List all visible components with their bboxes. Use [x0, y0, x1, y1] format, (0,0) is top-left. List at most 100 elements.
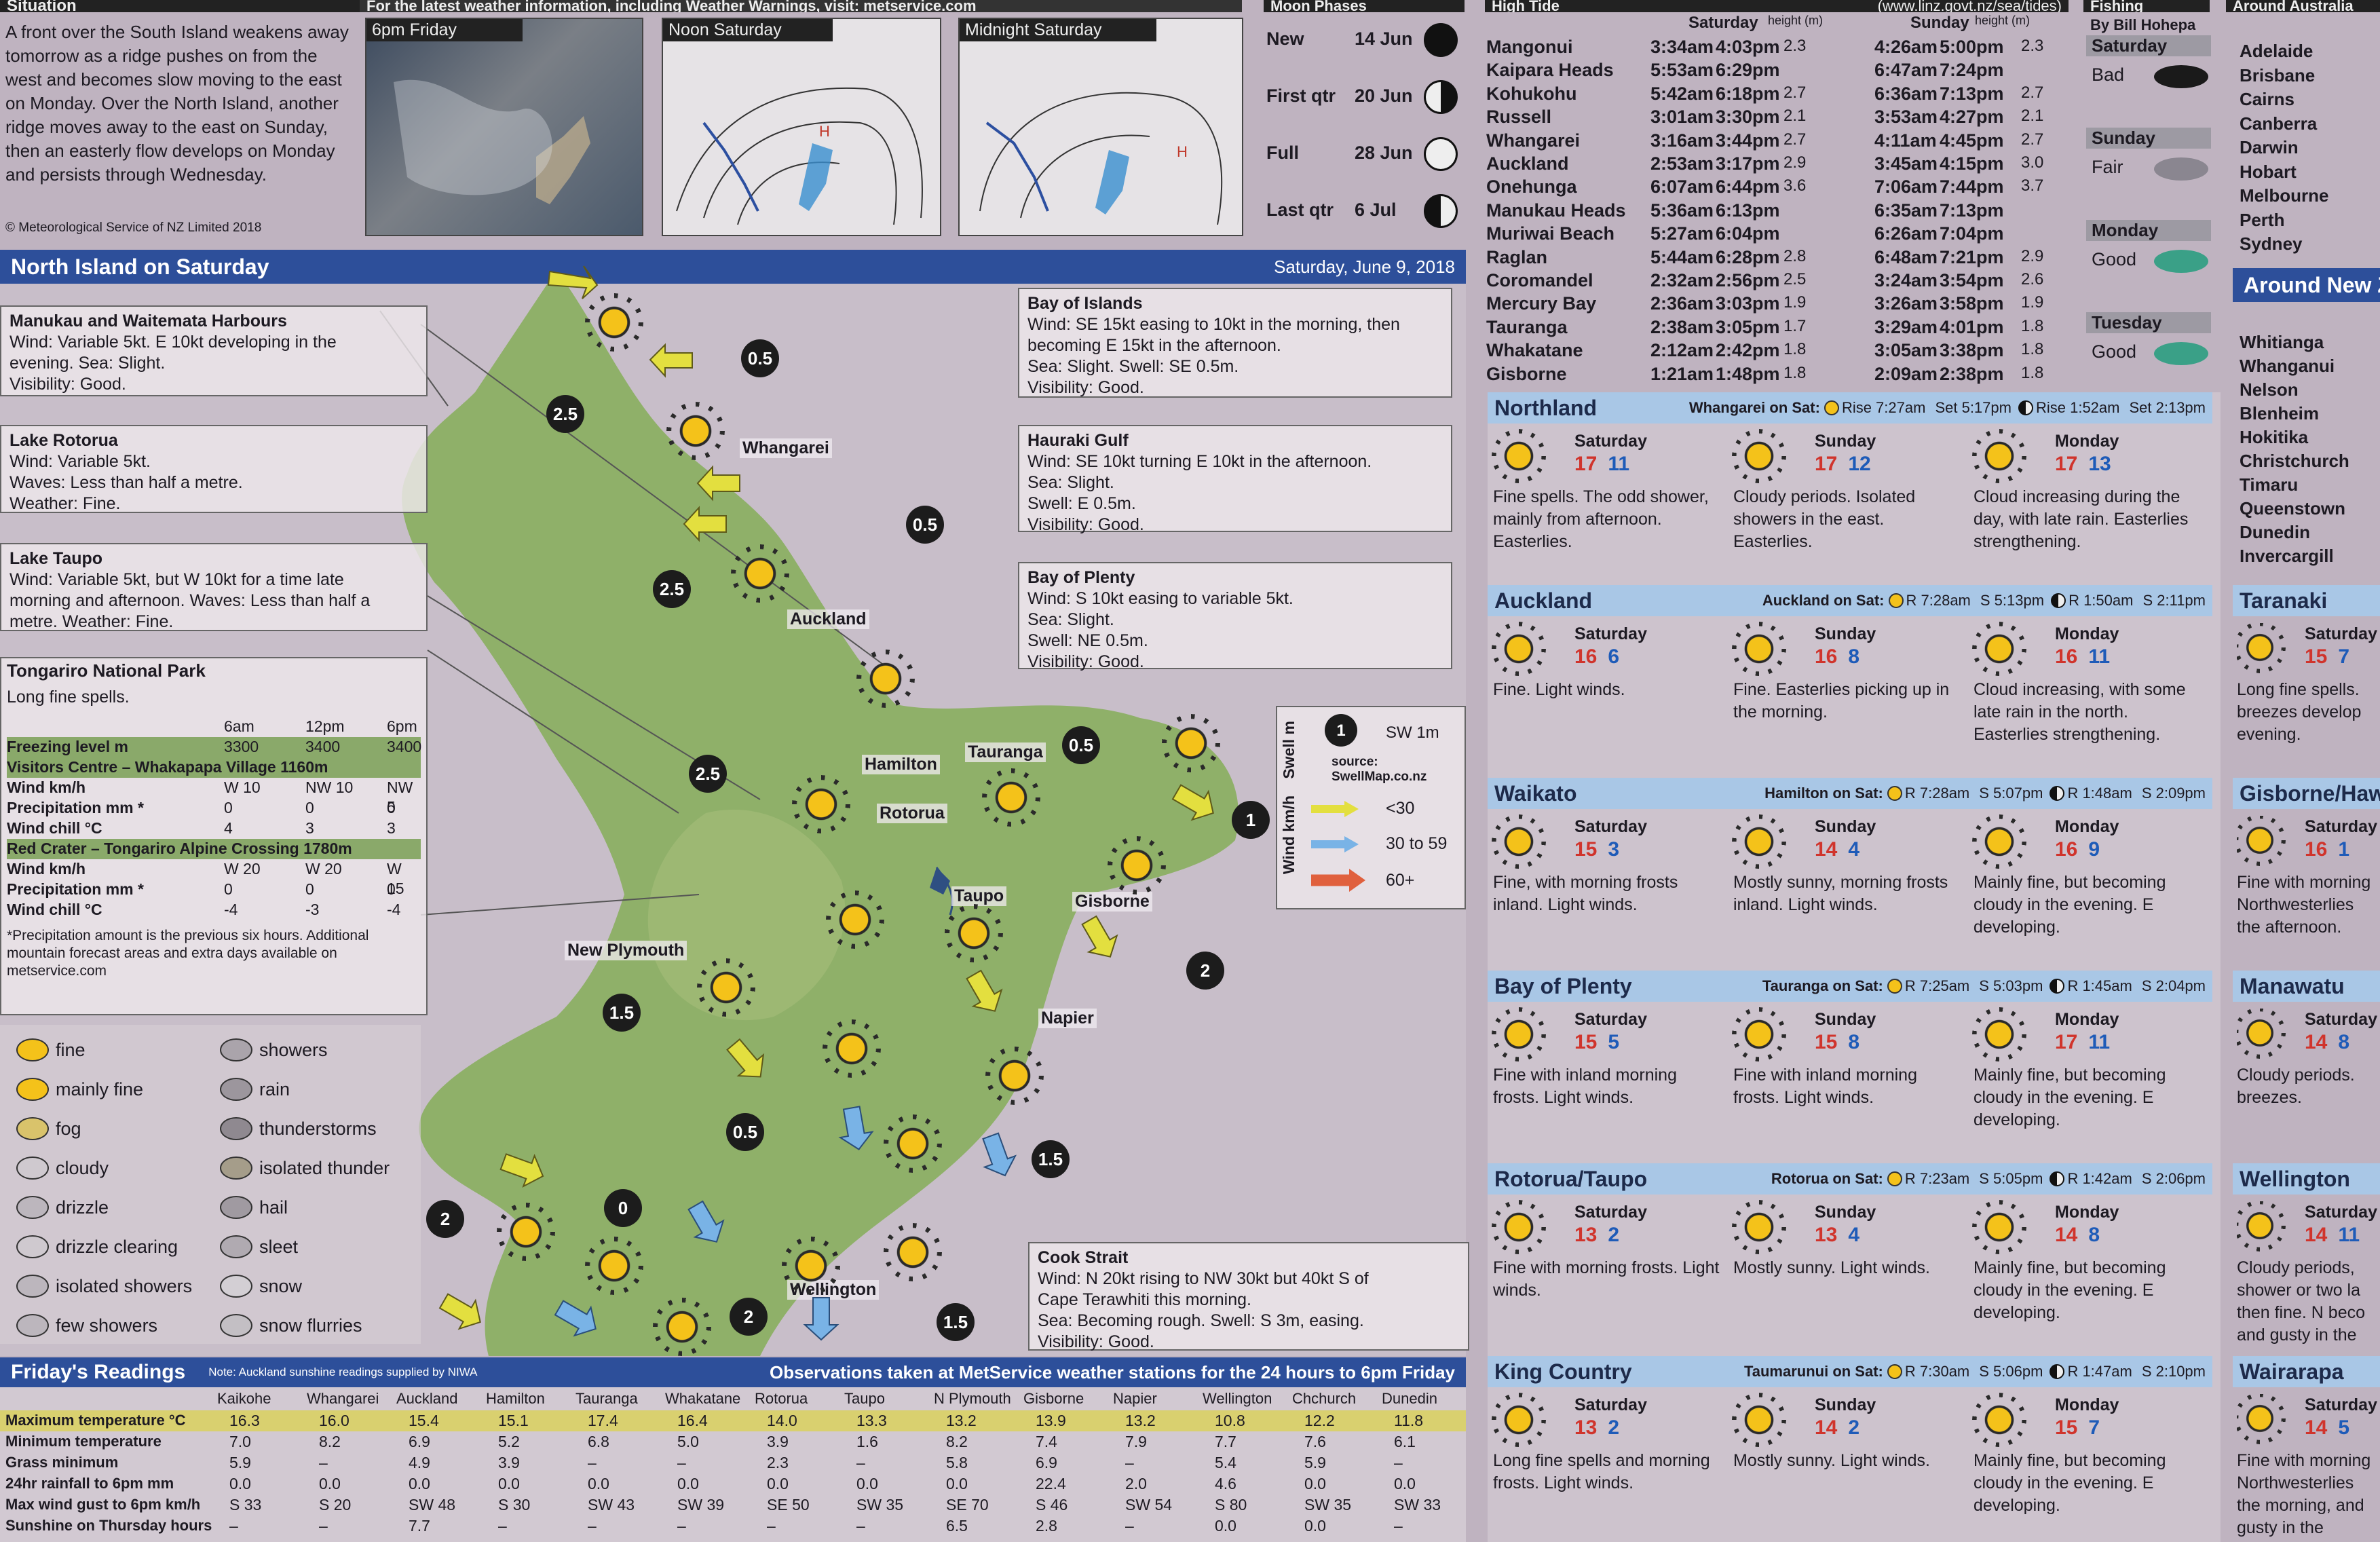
forecast-day: Sunday 16 8 Fine. Easterlies picking up in … [1733, 623, 1964, 723]
forecast-day: Saturday 17 11 Fine spells. The odd shower,… [1493, 430, 1724, 553]
readings-cell: 7.6 [1304, 1433, 1326, 1450]
readings-cell: 5.9 [229, 1454, 251, 1471]
tide-cell-s1: 1:21am [1650, 363, 1714, 384]
forecast-text: Mainly fine, but becoming cloudy in the … [1973, 1451, 2166, 1515]
tide-cell-place: Muriwai Beach [1486, 223, 1615, 244]
tide-cell-u1: 6:35am [1874, 200, 1938, 221]
tide-cell-u1: 7:06am [1874, 176, 1938, 198]
tide-cell-uh: 2.9 [2021, 246, 2044, 265]
readings-banner: Friday's Readings Note: Auckland sunshin… [0, 1357, 1466, 1387]
readings-row-label: Minimum temperature [5, 1433, 162, 1450]
readings-cell: 4.9 [409, 1454, 430, 1471]
forecast-temps: 16 8 [1815, 645, 1964, 669]
readings-cell: 15.4 [409, 1412, 439, 1429]
right-region-header: Wairarapa [2233, 1356, 2380, 1387]
tide-cell-s2: 6:13pm [1716, 200, 1780, 221]
forecast-day: Monday 17 11 Mainly fine, but becoming clou… [1973, 1009, 2204, 1131]
forecast-low: 3 [1608, 838, 1620, 861]
forecast-text: Mostly sunny. Light winds. [1733, 1451, 1930, 1470]
tide-row: Gisborne 1:21am 1:48pm 1.8 2:09am 2:38pm 1.8 [1486, 364, 2063, 387]
australia-city: Brisbane [2240, 64, 2316, 86]
sunrise-icon [1887, 979, 1902, 994]
forecast-high: 15 [2055, 1416, 2078, 1439]
forecast-header: Rotorua/Taupo Rotorua on Sat: R 7:23am S 5:… [1488, 1163, 2212, 1195]
tides-height-sat: height (m) [1768, 14, 1824, 27]
tide-cell-uh: 2.1 [2021, 107, 2044, 126]
readings-cell: SW 35 [1304, 1496, 1352, 1513]
tide-cell-s2: 2:56pm [1716, 270, 1780, 290]
forecast-day: Sunday 17 12 Cloudy periods. Isolated showe… [1733, 430, 1964, 553]
forecast-temps: 14 4 [1815, 838, 1964, 862]
forecast-day: Saturday 16 6 Fine. Light winds. [1493, 623, 1724, 701]
blue-arrow-icon [1311, 836, 1359, 852]
forecast-region-name: Bay of Plenty [1494, 973, 1632, 998]
readings-cell: SW 39 [677, 1496, 725, 1513]
wind-band-high: 60+ [1311, 867, 1460, 895]
moon-icon [2050, 1171, 2065, 1186]
sun-icon [1737, 1205, 1781, 1249]
forecast-text: Cloud increasing, with some late rain in… [1973, 680, 2186, 744]
right-region-low: 11 [2338, 1224, 2360, 1246]
readings-cell: 0.0 [677, 1475, 699, 1492]
forecast-day: Saturday 15 5 Fine with inland morning fros… [1493, 1009, 1724, 1109]
readings-row: Minimum temperature 7.0 8.2 6.9 5.2 6.8 5.0 3.9… [0, 1431, 1466, 1452]
readings-cell: 7.7 [1215, 1433, 1236, 1450]
readings-cell: 16.3 [229, 1412, 260, 1429]
swell-wind-legend: Swell m 1 SW 1m source: SwellMap.co.nz W… [1276, 706, 1466, 909]
fish-icon-grey [2154, 157, 2208, 181]
right-region-day-name: Saturday [2305, 1010, 2377, 1029]
forecast-text: Fine. Light winds. [1493, 680, 1625, 699]
forecast-header: Auckland Auckland on Sat: R 7:28am S 5:13pm… [1488, 585, 2212, 616]
australia-city: Sydney [2240, 233, 2303, 254]
sun-icon [1737, 820, 1781, 863]
readings-cell: SW 43 [588, 1496, 635, 1513]
readings-cell: 0.0 [588, 1475, 609, 1492]
tide-cell-s1: 2:38am [1650, 316, 1714, 337]
moon-icon [2050, 1364, 2065, 1379]
readings-cell: 1.6 [856, 1433, 878, 1450]
forecast-high: 15 [1574, 838, 1598, 861]
around-nz-banner: Around New Zealand [2233, 268, 2380, 302]
tide-cell-u1: 6:36am [1874, 83, 1938, 104]
sun-icon [2240, 1013, 2280, 1053]
forecast-temps: 17 13 [2055, 453, 2204, 476]
fishing-day-tue: Tuesday Good [2086, 312, 2211, 371]
tide-row: Coromandel 2:32am 2:56pm 2.5 3:24am 3:54pm 2.6 [1486, 270, 2063, 293]
station-name: Rotorua [755, 1390, 808, 1407]
tide-cell-s2: 6:18pm [1716, 83, 1780, 104]
sunset-time: S 5:06pm [1979, 1363, 2043, 1380]
mainly-fine-icon [1978, 1205, 2021, 1249]
tide-cell-s2: 3:44pm [1716, 130, 1780, 151]
readings-note: Note: Auckland sunshine readings supplie… [208, 1366, 478, 1378]
tide-cell-place: Whangarei [1486, 130, 1581, 151]
tide-cell-uh: 1.8 [2021, 316, 2044, 335]
moonset-time: S 2:10pm [2141, 1363, 2206, 1380]
sun-icon [2240, 1398, 2280, 1439]
tide-cell-sh: 2.9 [1783, 153, 1807, 172]
yellow-arrow-icon [1311, 801, 1359, 817]
forecast-temps: 13 4 [1815, 1224, 1964, 1247]
red-arrow-icon [1311, 869, 1365, 892]
tide-cell-place: Raglan [1486, 246, 1548, 267]
sun-location: Auckland on Sat: [1762, 592, 1885, 609]
forecast-day-name: Saturday [1574, 1203, 1647, 1222]
moonset-time: Set 2:13pm [2129, 399, 2206, 416]
readings-cell: 0.0 [1215, 1517, 1236, 1535]
australia-city: Perth [2240, 209, 2285, 230]
sun-icon [1737, 627, 1781, 671]
sunset-time: Set 5:17pm [1935, 399, 2011, 416]
around-nz-title: Around New Zealand [2244, 272, 2380, 297]
nz-city: Whitianga [2240, 332, 2324, 352]
forecast-low: 2 [1608, 1224, 1620, 1246]
readings-cell: S 20 [319, 1496, 352, 1513]
forecast-text: Fine. Easterlies picking up in the morni… [1733, 680, 1950, 721]
tide-cell-uh: 1.8 [2021, 340, 2044, 359]
mainly-fine-icon [1978, 1398, 2021, 1442]
sunset-time: S 5:07pm [1979, 785, 2043, 802]
forecast-day-name: Sunday [1815, 432, 1876, 451]
sun-location: Taumarunui on Sat: [1743, 1363, 1883, 1380]
right-region-temps: 16 1 [2305, 838, 2379, 862]
station-name: Whangarei [307, 1390, 379, 1407]
forecast-day-name: Monday [2055, 432, 2119, 451]
forecast-day: Monday 16 11 Cloud increasing, with some la… [1973, 623, 2204, 746]
